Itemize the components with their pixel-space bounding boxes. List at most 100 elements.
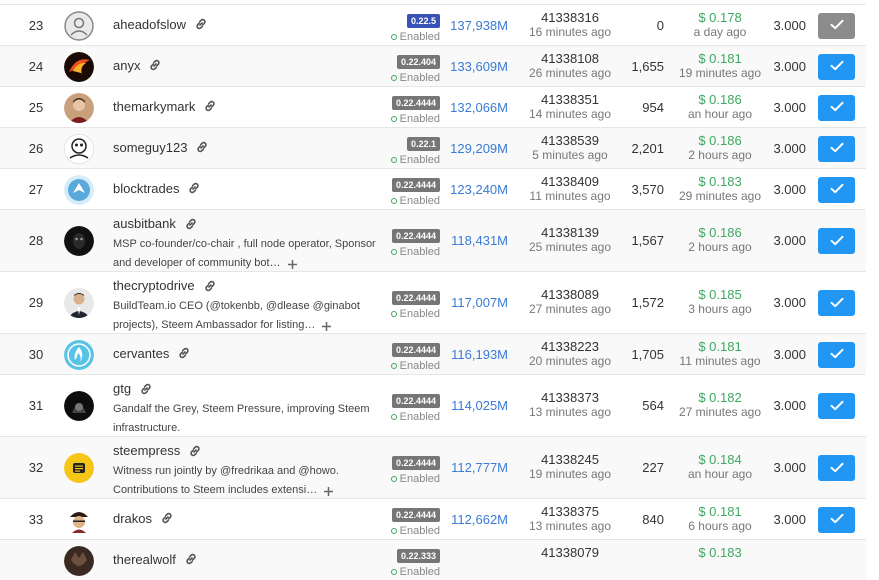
witness-name-link[interactable]: anyx: [113, 58, 140, 73]
enabled-status: Enabled: [382, 246, 440, 258]
votes-link[interactable]: 118,431M: [446, 233, 508, 248]
price-time: 11 minutes ago: [679, 353, 761, 368]
witness-name-link[interactable]: therealwolf: [113, 552, 176, 567]
vote-button[interactable]: [818, 506, 855, 533]
vote-button[interactable]: [818, 341, 855, 368]
price-value: $ 0.186: [698, 132, 742, 148]
block-time: 5 minutes ago: [532, 147, 608, 162]
witness-name-link[interactable]: gtg: [113, 381, 131, 396]
link-icon[interactable]: [203, 279, 217, 293]
cartoon-avatar[interactable]: [64, 133, 94, 164]
link-icon[interactable]: [177, 346, 191, 360]
block-time: 13 minutes ago: [528, 405, 612, 419]
link-icon[interactable]: [184, 217, 198, 231]
status-dot-icon: [390, 33, 397, 40]
witness-name-link[interactable]: thecryptodrive: [113, 278, 195, 293]
rank-number: 26: [28, 140, 44, 156]
wolf-avatar[interactable]: [64, 545, 94, 576]
votes-link[interactable]: 137,938M: [446, 18, 508, 33]
witness-row: 31 gtg Gandalf the Grey, Steem Pressure, i…: [0, 374, 866, 436]
person-avatar[interactable]: [64, 92, 94, 123]
bird-logo-avatar[interactable]: [64, 174, 94, 205]
dark-face-avatar[interactable]: [64, 226, 94, 256]
enabled-label: Enabled: [399, 246, 440, 258]
version-info: 0.22.4444 Enabled: [382, 93, 440, 125]
link-icon[interactable]: [195, 140, 209, 154]
votes-link[interactable]: 129,209M: [446, 141, 508, 156]
block-time: 11 minutes ago: [529, 188, 611, 203]
witness-row: 24 anyx 0.22.404 Enabled 133,609M 41338108 26 …: [0, 45, 866, 86]
votes-link[interactable]: 123,240M: [446, 182, 508, 197]
votes-link[interactable]: 112,777M: [446, 460, 508, 475]
vote-button[interactable]: [818, 455, 855, 481]
yellow-logo-avatar[interactable]: [64, 453, 94, 483]
price-feed: $ 0.183: [676, 545, 764, 560]
status-dot-icon: [390, 156, 397, 163]
missed-blocks: 954: [642, 99, 664, 115]
link-icon[interactable]: [187, 181, 201, 195]
missed-blocks: 1,655: [631, 58, 664, 74]
enabled-label: Enabled: [399, 473, 440, 485]
vote-button[interactable]: [818, 290, 855, 316]
check-icon: [830, 234, 844, 249]
votes-link[interactable]: 133,609M: [446, 59, 508, 74]
missed-blocks: 2,201: [631, 140, 664, 156]
link-icon[interactable]: [139, 382, 153, 396]
witness-name-link[interactable]: themarkymark: [113, 99, 195, 114]
link-icon[interactable]: [184, 552, 198, 566]
votes-link[interactable]: 112,662M: [446, 512, 508, 527]
reg-ratio: 3.000: [773, 140, 806, 156]
block-number: 41338351: [541, 91, 599, 107]
version-badge: 0.22.4444: [391, 229, 440, 243]
vote-button[interactable]: [818, 94, 855, 121]
reg-ratio: 3.000: [773, 181, 806, 197]
expand-plus-icon[interactable]: [321, 320, 332, 331]
witness-info: ausbitbank MSP co-founder/co-chair , full…: [113, 215, 383, 273]
price-time: a day ago: [693, 24, 747, 39]
vote-button[interactable]: [818, 135, 855, 162]
flame-logo-avatar[interactable]: [64, 339, 94, 370]
man-suit-avatar[interactable]: [64, 288, 94, 318]
vote-button[interactable]: [818, 53, 855, 80]
votes-link[interactable]: 114,025M: [446, 398, 508, 413]
enabled-status: Enabled: [382, 525, 440, 537]
pirate-avatar[interactable]: [64, 504, 94, 535]
votes-link[interactable]: 117,007M: [446, 295, 508, 310]
vote-button[interactable]: [818, 393, 855, 419]
link-icon[interactable]: [188, 444, 202, 458]
vote-button[interactable]: [818, 176, 855, 203]
last-block: 41338089 27 minutes ago: [520, 287, 620, 316]
witness-row: 30 cervantes 0.22.4444 Enabled 116,193M 41338…: [0, 333, 866, 374]
witness-name-link[interactable]: blocktrades: [113, 181, 179, 196]
default-user-icon[interactable]: [64, 10, 94, 41]
link-icon[interactable]: [148, 58, 162, 72]
wizard-avatar[interactable]: [64, 391, 94, 421]
price-feed: $ 0.182 27 minutes ago: [676, 390, 764, 419]
link-icon[interactable]: [203, 99, 217, 113]
price-time: an hour ago: [687, 467, 753, 481]
vote-button[interactable]: [818, 228, 855, 254]
votes-link[interactable]: 132,066M: [446, 100, 508, 115]
version-info: 0.22.4444 Enabled: [382, 340, 440, 372]
link-icon[interactable]: [194, 17, 208, 31]
witness-name-link[interactable]: someguy123: [113, 140, 187, 155]
enabled-status: Enabled: [382, 308, 440, 320]
link-icon[interactable]: [160, 511, 174, 525]
missed-blocks: 1,705: [631, 346, 664, 362]
witness-row: 25 themarkymark 0.22.4444 Enabled 132,066M 41…: [0, 86, 866, 127]
vote-button[interactable]: [818, 12, 855, 39]
version-badge: 0.22.4444: [391, 507, 440, 522]
witness-name-link[interactable]: drakos: [113, 511, 152, 526]
witness-name-link[interactable]: steempress: [113, 443, 180, 458]
witness-name-link[interactable]: cervantes: [113, 346, 169, 361]
expand-plus-icon[interactable]: [287, 258, 298, 269]
votes-link[interactable]: 116,193M: [446, 347, 508, 362]
check-icon: [830, 347, 844, 362]
reg-ratio: 3.000: [773, 99, 806, 115]
flame-avatar[interactable]: [64, 51, 94, 82]
witness-name-link[interactable]: aheadofslow: [113, 17, 186, 32]
rank-number: 29: [28, 295, 44, 310]
witness-info: therealwolf: [113, 551, 383, 569]
expand-plus-icon[interactable]: [323, 485, 334, 496]
witness-name-link[interactable]: ausbitbank: [113, 216, 176, 231]
